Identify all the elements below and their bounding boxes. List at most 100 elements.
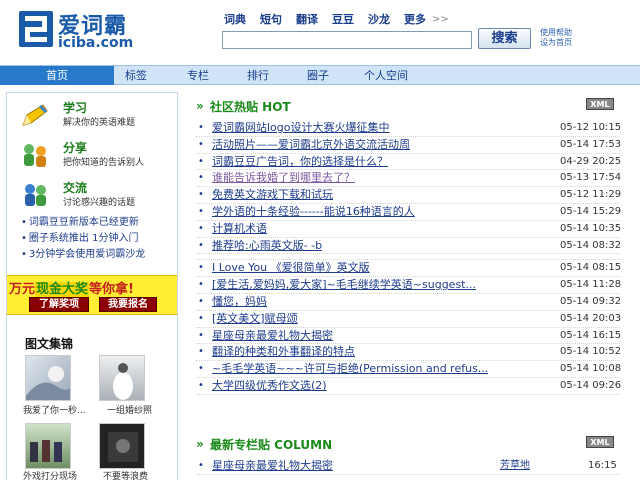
sidebar: 学习 解决你的英语难题 分享 把你知道的告诉别人 交流 讨论感兴趣的话题 • 词… — [6, 92, 178, 480]
photo-thumb-icon — [113, 363, 133, 400]
list-item: • [爱生活,爱妈妈,爱大家]~毛毛继续学英语~suggest... 05-14 1… — [196, 277, 621, 294]
post-link[interactable]: 活动照片——爱词霸北京外语交流活动周 — [212, 137, 410, 153]
feature-desc: 讨论感兴趣的话题 — [63, 198, 136, 208]
gallery-caption[interactable]: 外戏打分现场 — [23, 469, 77, 480]
bullet-icon: • — [198, 295, 204, 307]
post-link[interactable]: 推荐哈:心雨英文版- -b — [212, 238, 322, 254]
gallery-title: 图文集锦 — [25, 337, 74, 351]
site-logo[interactable]: 爱词霸 iciba.com — [18, 8, 168, 54]
post-link[interactable]: 免费英文游戏下载和试玩 — [212, 187, 333, 203]
post-link[interactable]: 大学四级优秀作文选(2) — [212, 378, 327, 394]
tab-tags[interactable]: 标签 — [120, 66, 152, 85]
topnav-doudou[interactable]: 豆豆 — [332, 11, 354, 27]
list-item: • 学外语的十条经验------能说16种语言的人 05-14 15:29 — [196, 204, 621, 221]
gallery-caption[interactable]: 不要等浪费 — [103, 469, 148, 480]
tab-home[interactable]: 首页 — [0, 66, 114, 85]
search-input[interactable] — [222, 31, 472, 49]
post-date: 05-14 09:32 — [560, 295, 622, 307]
topnav-more[interactable]: 更多 — [404, 11, 426, 27]
bullet-icon: • — [198, 279, 204, 291]
gallery-thumb[interactable] — [99, 423, 145, 469]
hot-post-list: • 爱词霸网站logo设计大赛火爆征集中 05-12 10:15 • 活动照片——爱词霸… — [196, 120, 622, 395]
post-time: 16:15 — [588, 460, 617, 471]
gallery-thumb[interactable] — [25, 355, 71, 401]
column-section-header: » 最新专栏贴 COLUMN XML — [196, 436, 616, 452]
list-item: • [英文美文]赋母颂 05-14 20:03 — [196, 311, 621, 328]
post-link[interactable]: 计算机术语 — [212, 221, 267, 237]
topnav-sentences[interactable]: 短句 — [260, 11, 282, 27]
feature-title: 学习 — [63, 101, 88, 115]
promo-text: 万元现金大奖等你拿! — [9, 278, 134, 297]
topnav-salon[interactable]: 沙龙 — [368, 11, 390, 27]
gallery-thumb[interactable] — [25, 423, 71, 469]
section-title[interactable]: 最新专栏贴 COLUMN — [210, 436, 332, 453]
feature-share[interactable]: 分享 把你知道的告诉别人 — [17, 139, 177, 179]
bullet-icon: • — [198, 172, 204, 184]
logo-mark-icon — [19, 11, 53, 47]
bullet-icon: • — [198, 312, 204, 324]
post-link[interactable]: 谁能告诉我婚了到哪里去了？ — [212, 170, 355, 186]
topnav-dictionary[interactable]: 词典 — [224, 11, 246, 27]
sidebar-link[interactable]: 词霸豆豆新版本已经更新 — [29, 217, 139, 228]
xml-feed-icon[interactable]: XML — [586, 98, 614, 110]
list-item: • 活动照片——爱词霸北京外语交流活动周 05-14 17:53 — [196, 137, 621, 154]
post-link[interactable]: 翻译的种类和外事翻译的特点 — [212, 344, 355, 360]
sidebar-link[interactable]: 3分钟学会使用爱词霸沙龙 — [29, 249, 145, 260]
photo-thumb-icon — [30, 440, 62, 462]
set-homepage-link[interactable]: 设为首页 — [540, 38, 572, 48]
logo-domain: iciba.com — [58, 35, 134, 51]
post-link[interactable]: 星座母亲最爱礼物大揭密 — [212, 458, 333, 474]
tab-circles[interactable]: 圈子 — [302, 66, 334, 85]
sidebar-link[interactable]: 圈子系统推出 1分钟入门 — [29, 233, 139, 244]
tab-rankings[interactable]: 排行 — [242, 66, 274, 85]
more-arrow-icon[interactable]: >> — [432, 14, 449, 25]
list-item: • 推荐哈:心雨英文版- -b 05-14 08:32 — [196, 238, 622, 255]
learn-prizes-button[interactable]: 了解奖项 — [29, 297, 89, 312]
bullet-icon: • — [198, 460, 204, 471]
post-author[interactable]: 芳草地 — [500, 458, 530, 474]
list-item: • 词霸豆豆新版本已经更新 — [21, 217, 139, 228]
post-link[interactable]: 词霸豆豆广告词，你的选择是什么？ — [212, 154, 388, 170]
help-link[interactable]: 使用帮助 — [540, 28, 572, 38]
post-link[interactable]: 爱词霸网站logo设计大赛火爆征集中 — [212, 120, 390, 136]
list-item: • 爱词霸网站logo设计大赛火爆征集中 05-12 10:15 — [196, 120, 621, 137]
list-item: • 懂您，妈妈 05-14 09:32 — [196, 294, 622, 311]
post-link[interactable]: [爱生活,爱妈妈,爱大家]~毛毛继续学英语~suggest... — [212, 277, 476, 293]
gallery-caption[interactable]: 我爱了你一秒... — [23, 403, 86, 416]
tab-personal-space[interactable]: 个人空间 — [356, 66, 416, 85]
post-link[interactable]: [英文美文]赋母颂 — [212, 311, 298, 327]
post-date: 05-13 17:54 — [560, 172, 622, 184]
hot-section-header: » 社区热贴 HOT XML — [196, 98, 616, 114]
gallery-caption[interactable]: 一组婚纱照 — [107, 403, 152, 416]
photo-thumb-icon — [26, 366, 70, 400]
gallery-thumb[interactable] — [99, 355, 145, 401]
feature-title: 分享 — [63, 141, 88, 155]
post-link[interactable]: 懂您，妈妈 — [212, 294, 267, 310]
xml-feed-icon[interactable]: XML — [586, 436, 614, 448]
post-date: 05-14 08:32 — [560, 239, 622, 251]
signup-button[interactable]: 我要报名 — [99, 297, 157, 312]
section-title[interactable]: 社区热贴 HOT — [210, 98, 291, 115]
search-button[interactable]: 搜索 — [478, 28, 531, 49]
post-date: 05-14 10:52 — [560, 346, 622, 358]
post-date: 05-14 09:26 — [560, 379, 622, 391]
post-link[interactable]: ~毛毛学英语~~~许可与拒绝(Permission and refus... — [212, 361, 488, 377]
bullet-icon: • — [198, 262, 204, 274]
list-item: • 圈子系统推出 1分钟入门 — [21, 233, 139, 244]
list-item: • 星座母亲最爱礼物大揭密 05-14 16:15 — [196, 328, 621, 345]
feature-learn[interactable]: 学习 解决你的英语难题 — [17, 99, 177, 139]
post-date: 04-29 20:25 — [560, 155, 622, 167]
post-link[interactable]: 学外语的十条经验------能说16种语言的人 — [212, 204, 415, 220]
promo-banner[interactable]: 万元现金大奖等你拿! 了解奖项 我要报名 — [7, 275, 177, 315]
topnav-translate[interactable]: 翻译 — [296, 11, 318, 27]
promo-text-after: 等你拿! — [89, 282, 134, 297]
top-nav: 词典 短句 翻译 豆豆 沙龙 更多 >> — [224, 11, 449, 27]
post-date: 05-14 10:08 — [560, 363, 622, 375]
post-date: 05-12 11:29 — [560, 189, 622, 201]
bullet-icon: • — [198, 329, 204, 341]
post-link[interactable]: I Love You 《爱很简单》英文版 — [212, 260, 370, 276]
feature-communicate[interactable]: 交流 讨论感兴趣的话题 — [17, 179, 177, 219]
tab-columns[interactable]: 专栏 — [182, 66, 214, 85]
post-link[interactable]: 星座母亲最爱礼物大揭密 — [212, 328, 333, 344]
help-links: 使用帮助 设为首页 — [540, 28, 572, 48]
